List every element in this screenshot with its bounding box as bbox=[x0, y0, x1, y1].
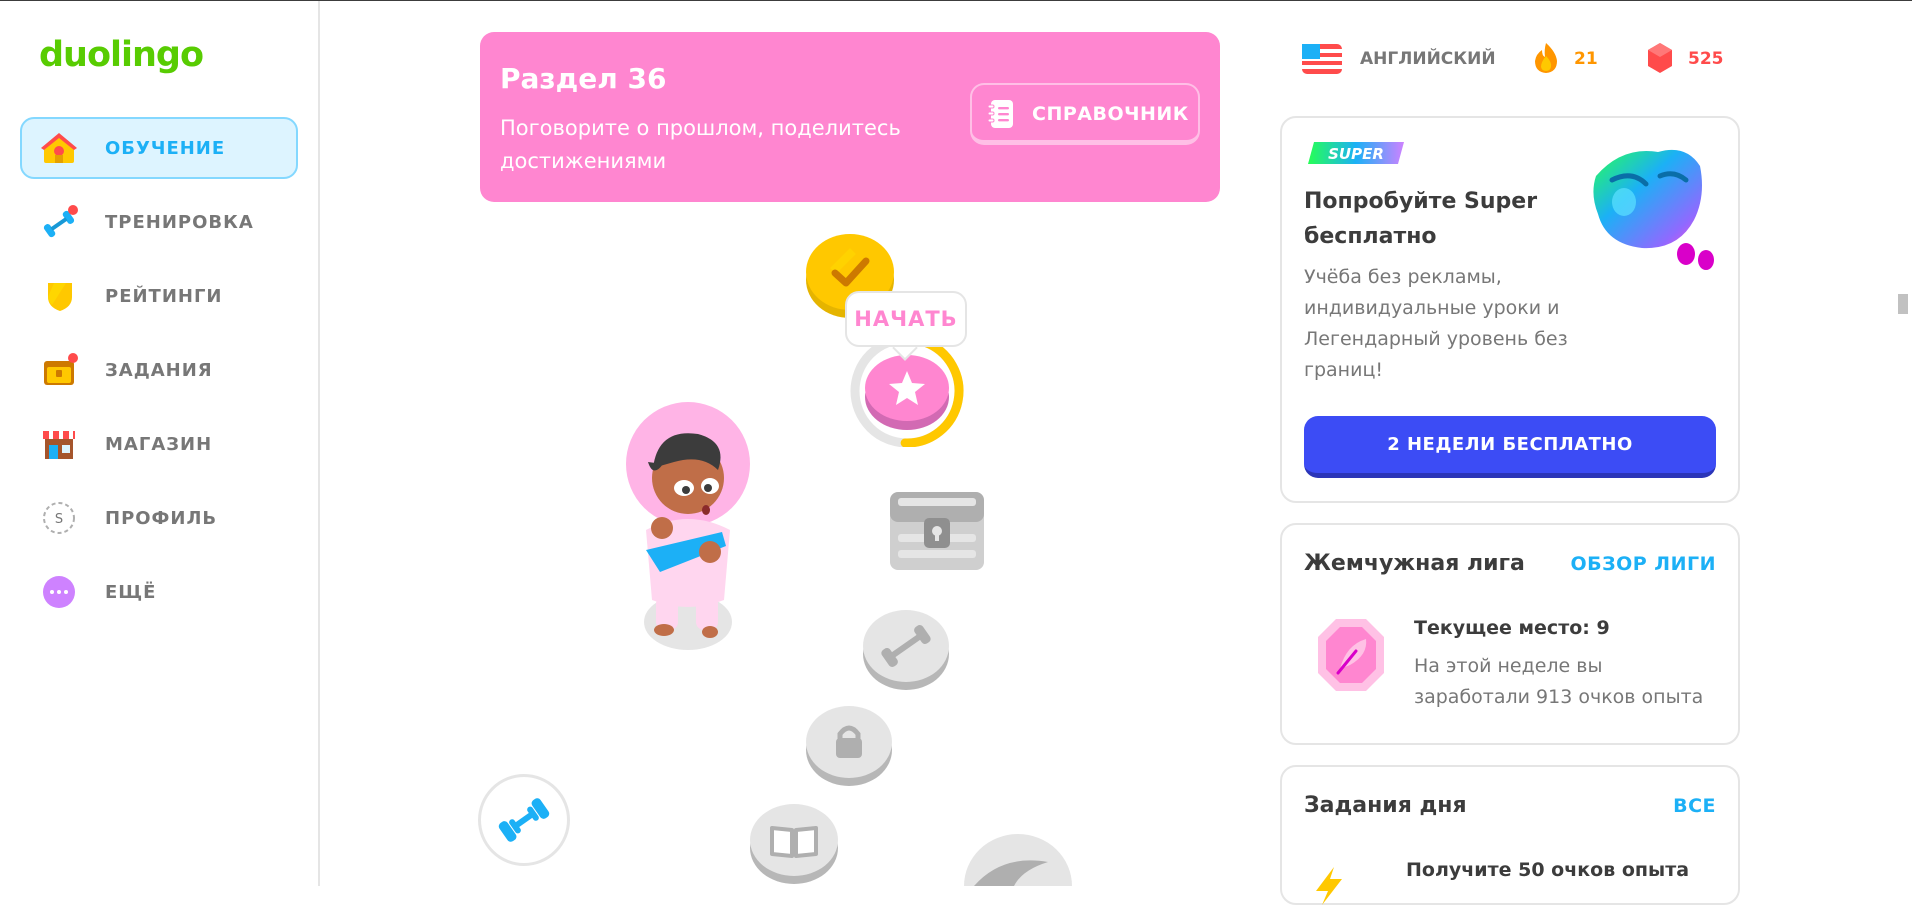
unit-banner: Раздел 36 Поговорите о прошлом, поделите… bbox=[480, 32, 1220, 202]
super-badge: SUPER bbox=[1308, 142, 1404, 164]
guidebook-button[interactable]: СПРАВОЧНИК bbox=[970, 83, 1200, 145]
super-duo-illustration bbox=[1593, 149, 1714, 270]
streak-counter[interactable]: 21 bbox=[1532, 40, 1602, 76]
guidebook-label: СПРАВОЧНИК bbox=[1032, 103, 1189, 125]
league-card: Жемчужная лига ОБЗОР ЛИГИ Текущее место:… bbox=[1280, 523, 1740, 745]
us-flag-icon bbox=[1302, 44, 1342, 74]
avatar-letter: S bbox=[55, 512, 63, 527]
home-icon bbox=[41, 133, 77, 163]
more-icon bbox=[43, 576, 75, 608]
league-title: Жемчужная лига bbox=[1304, 551, 1525, 576]
view-all-quests-link[interactable]: ВСЕ bbox=[1673, 795, 1716, 817]
language-label: АНГЛИЙСКИЙ bbox=[1360, 49, 1496, 69]
shield-icon bbox=[48, 283, 72, 311]
character-illustration bbox=[626, 402, 750, 650]
shop-icon bbox=[43, 431, 75, 459]
league-place: Текущее место: 9 bbox=[1414, 617, 1610, 639]
unit-title: Раздел 36 bbox=[500, 62, 667, 95]
sidebar-item-more[interactable]: ЕЩЁ bbox=[20, 561, 298, 623]
svg-text:SUPER: SUPER bbox=[1328, 145, 1384, 163]
dumbbell-icon bbox=[43, 205, 78, 238]
gems-counter[interactable]: 525 bbox=[1646, 40, 1726, 76]
sidebar-item-label: РЕЙТИНГИ bbox=[105, 286, 223, 307]
sidebar-item-label: ЗАДАНИЯ bbox=[105, 360, 213, 381]
sidebar-item-learn[interactable]: ОБУЧЕНИЕ bbox=[20, 117, 298, 179]
notebook-icon bbox=[987, 100, 1013, 128]
view-league-link[interactable]: ОБЗОР ЛИГИ bbox=[1570, 553, 1716, 575]
book-icon bbox=[770, 826, 818, 858]
dumbbell-icon bbox=[498, 798, 550, 842]
flame-icon bbox=[1535, 43, 1557, 73]
start-tooltip[interactable]: НАЧАТЬ bbox=[845, 291, 967, 347]
locked-practice-node[interactable] bbox=[861, 608, 951, 692]
sidebar-item-label: МАГАЗИН bbox=[105, 434, 213, 455]
scrollbar-thumb[interactable] bbox=[1898, 294, 1908, 314]
practice-shortcut-button[interactable] bbox=[478, 774, 570, 866]
gems-count: 525 bbox=[1688, 49, 1724, 69]
daily-quests-title: Задания дня bbox=[1304, 793, 1467, 818]
sidebar-item-leaderboards[interactable]: РЕЙТИНГИ bbox=[20, 265, 298, 327]
super-title: Попробуйте Super бесплатно bbox=[1304, 189, 1538, 249]
sidebar-item-profile[interactable]: S ПРОФИЛЬ bbox=[20, 487, 298, 549]
sidebar-item-shop[interactable]: МАГАЗИН bbox=[20, 413, 298, 475]
lightning-icon bbox=[1316, 867, 1342, 905]
sidebar-item-practice[interactable]: ТРЕНИРОВКА bbox=[20, 191, 298, 253]
sidebar-item-label: ЕЩЁ bbox=[105, 582, 157, 603]
locked-next-node[interactable] bbox=[962, 830, 1074, 886]
super-promo-card: SUPER Попробуйте Super бесплатно Учёба б… bbox=[1280, 116, 1740, 503]
sidebar-item-label: ТРЕНИРОВКА bbox=[105, 212, 254, 233]
locked-story-node[interactable] bbox=[748, 800, 840, 886]
pearl-league-icon bbox=[1318, 619, 1384, 691]
chest-icon bbox=[44, 353, 78, 385]
gem-icon bbox=[1648, 43, 1672, 73]
treasure-chest-node[interactable] bbox=[884, 488, 990, 574]
sidebar: duolingo ОБУЧЕНИЕ ТРЕНИРОВКА РЕЙТИНГИ ЗА… bbox=[0, 1, 320, 886]
quest-label: Получите 50 очков опыта bbox=[1406, 859, 1690, 881]
sidebar-item-label: ПРОФИЛЬ bbox=[105, 508, 218, 529]
unit-description: Поговорите о прошлом, поделитесь достиже… bbox=[500, 116, 901, 173]
super-description: Учёба без рекламы, индивидуальные уроки … bbox=[1304, 266, 1568, 381]
notification-badge bbox=[68, 353, 78, 363]
notification-badge bbox=[68, 205, 78, 215]
daily-quests-card: Задания дня ВСЕ Получите 50 очков опыта bbox=[1280, 765, 1740, 905]
sidebar-item-quests[interactable]: ЗАДАНИЯ bbox=[20, 339, 298, 401]
league-xp-text: На этой неделе вы заработали 913 очков о… bbox=[1414, 655, 1704, 708]
try-super-button[interactable]: 2 НЕДЕЛИ БЕСПЛАТНО bbox=[1304, 416, 1716, 478]
duolingo-logo[interactable]: duolingo bbox=[39, 35, 204, 75]
profile-icon: S bbox=[43, 502, 75, 534]
locked-lesson-node[interactable] bbox=[804, 704, 894, 788]
language-selector[interactable]: АНГЛИЙСКИЙ bbox=[1302, 40, 1502, 76]
sidebar-item-label: ОБУЧЕНИЕ bbox=[105, 138, 226, 159]
streak-count: 21 bbox=[1574, 49, 1598, 69]
